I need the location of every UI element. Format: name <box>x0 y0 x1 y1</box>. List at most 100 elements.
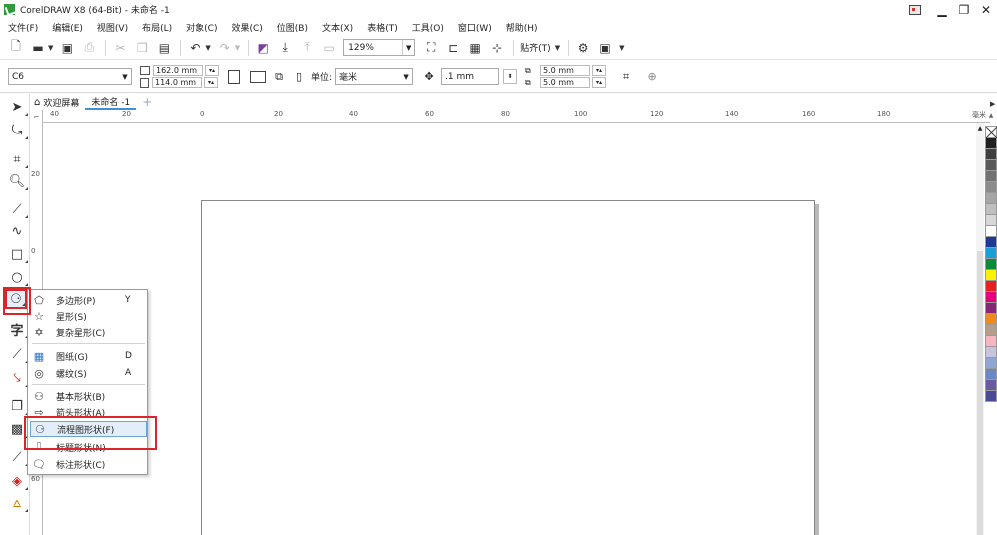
import-icon[interactable]: ⤓ <box>277 40 293 56</box>
duplicate-y-field[interactable]: 5.0 mm <box>540 77 591 88</box>
menu-tools[interactable]: 工具(O) <box>412 21 444 34</box>
undo-chevron-icon[interactable]: ▼ <box>205 44 210 52</box>
artistic-media-tool-icon[interactable]: ∿ <box>6 221 28 241</box>
launcher-chevron-icon[interactable]: ▼ <box>619 44 624 52</box>
landscape-orientation-icon[interactable] <box>250 70 266 83</box>
export-icon[interactable]: ⤒ <box>299 40 315 56</box>
snap-chevron-icon[interactable]: ▼ <box>555 44 560 52</box>
pick-tool-icon[interactable]: ➤ <box>6 97 28 117</box>
menu-layout[interactable]: 布局(L) <box>142 21 172 34</box>
menu-edit[interactable]: 编辑(E) <box>52 21 83 34</box>
scrollbar-thumb[interactable] <box>977 251 983 535</box>
paste-icon[interactable]: ▤ <box>156 40 172 56</box>
options-gear-icon[interactable]: ⚙ <box>575 40 591 56</box>
show-rulers-icon[interactable]: ⊏ <box>445 40 461 56</box>
no-color-swatch[interactable] <box>985 126 997 138</box>
vertical-scrollbar[interactable]: ▲ <box>976 123 984 535</box>
zoom-level-select[interactable]: 129% ▼ <box>343 39 416 56</box>
palette-scroll-up-icon[interactable]: ▲ <box>985 112 997 119</box>
flyout-item-star[interactable]: ☆ 星形(S) <box>30 308 147 324</box>
text-tool-icon[interactable]: 字 <box>6 319 28 339</box>
show-guidelines-icon[interactable]: ⊹ <box>489 40 505 56</box>
color-swatch[interactable] <box>985 390 997 402</box>
menu-help[interactable]: 帮助(H) <box>506 21 538 34</box>
publish-pdf-icon[interactable]: ▭ <box>321 40 337 56</box>
open-recent-chevron-icon[interactable]: ▼ <box>48 44 53 52</box>
smart-fill-tool-icon[interactable]: ⩟ <box>6 493 28 513</box>
drawing-canvas[interactable] <box>43 123 976 535</box>
new-document-icon[interactable]: 🗋 <box>8 39 24 56</box>
flyout-item-graph-paper[interactable]: ▦ 图纸(G) D <box>30 348 147 364</box>
flyout-item-basic-shapes[interactable]: ⚇ 基本形状(B) <box>30 388 147 404</box>
zoom-tool-icon[interactable]: 🔍︎ <box>6 171 28 191</box>
tab-welcome-screen[interactable]: ⌂ 欢迎屏幕 <box>28 95 85 110</box>
transparency-tool-icon[interactable]: ▩ <box>6 419 28 439</box>
close-button[interactable]: ✕ <box>975 0 997 19</box>
nudge-distance-field[interactable]: .1 mm <box>441 68 500 85</box>
print-icon[interactable]: ⎙ <box>81 40 97 56</box>
minimize-button[interactable]: ▁ <box>931 0 953 19</box>
menu-table[interactable]: 表格(T) <box>367 21 398 34</box>
menu-bitmaps[interactable]: 位图(B) <box>277 21 308 34</box>
quick-customize-add-icon[interactable]: ⊕ <box>644 69 660 85</box>
flowchart-shapes-tool-icon[interactable]: ⚆ <box>5 289 27 309</box>
rectangle-tool-icon[interactable]: □ <box>6 244 28 264</box>
menu-window[interactable]: 窗口(W) <box>458 21 492 34</box>
page-width-field[interactable]: 162.0 mm <box>153 65 203 76</box>
show-grid-icon[interactable]: ▦ <box>467 40 483 56</box>
horizontal-ruler[interactable]: 40 20 0 20 40 60 80 100 120 140 160 180 … <box>42 110 990 123</box>
redo-icon[interactable]: ↷ <box>217 40 233 56</box>
menu-object[interactable]: 对象(C) <box>186 21 217 34</box>
connector-tool-icon[interactable]: ⤥ <box>6 368 28 388</box>
docker-expand-chevron-icon[interactable]: ▶ <box>990 100 995 108</box>
height-spinner[interactable]: ▾▴ <box>204 77 218 88</box>
open-folder-icon[interactable]: ▬ <box>30 40 46 56</box>
menu-view[interactable]: 视图(V) <box>97 21 128 34</box>
ellipse-tool-icon[interactable]: ○ <box>6 267 28 287</box>
current-page-icon[interactable]: ▯ <box>291 69 307 85</box>
flyout-item-complex-star[interactable]: ✡ 复杂星形(C) <box>30 324 147 340</box>
document-page[interactable] <box>201 200 815 535</box>
duplicate-y-spinner[interactable]: ▾▴ <box>592 77 607 88</box>
menu-text[interactable]: 文本(X) <box>322 21 353 34</box>
flyout-item-spiral[interactable]: ◎ 螺纹(S) A <box>30 365 147 381</box>
flyout-item-polygon[interactable]: ⬠ 多边形(P) Y <box>30 292 147 308</box>
page-height-field[interactable]: 114.0 mm <box>152 77 202 88</box>
shape-tool-icon[interactable]: ⤿ <box>6 120 28 140</box>
drop-shadow-tool-icon[interactable]: ❐ <box>6 396 28 416</box>
snap-to-button[interactable]: 贴齐(T) <box>520 41 551 54</box>
page-frame-icon[interactable]: ⌗ <box>618 69 634 85</box>
duplicate-x-field[interactable]: 5.0 mm <box>540 65 591 76</box>
restore-button[interactable]: ❐ <box>953 0 975 19</box>
undo-icon[interactable]: ↶ <box>187 40 203 56</box>
duplicate-x-spinner[interactable]: ▾▴ <box>592 65 607 76</box>
dock-icon[interactable] <box>909 4 921 15</box>
interactive-fill-tool-icon[interactable]: ◈ <box>6 471 28 491</box>
tab-document[interactable]: 未命名 -1 <box>85 95 137 110</box>
flyout-item-flowchart-shapes[interactable]: ⚆ 流程图形状(F) <box>30 421 147 437</box>
menu-effects[interactable]: 效果(C) <box>231 21 262 34</box>
crop-tool-icon[interactable]: ⌗ <box>6 149 28 169</box>
save-icon[interactable]: ▣ <box>59 40 75 56</box>
flyout-item-callout-shapes[interactable]: 🗨 标注形状(C) <box>30 456 147 472</box>
freehand-tool-icon[interactable]: ⟋ <box>6 199 28 219</box>
nudge-spinner[interactable]: ⬍ <box>503 69 518 84</box>
ruler-origin-icon[interactable]: ⌐ <box>30 110 43 123</box>
search-content-icon[interactable]: ◩ <box>255 40 271 56</box>
full-screen-icon[interactable]: ⛶ <box>423 40 439 56</box>
flyout-item-arrow-shapes[interactable]: ⇨ 箭头形状(A) <box>30 404 147 420</box>
menu-file[interactable]: 文件(F) <box>8 21 38 34</box>
units-select[interactable]: 毫米 ▼ <box>335 68 414 85</box>
page-size-select[interactable]: C6 ▼ <box>8 68 132 85</box>
cut-icon[interactable]: ✂ <box>112 40 128 56</box>
parallel-dimension-tool-icon[interactable]: ⟋ <box>6 344 28 364</box>
application-launcher-icon[interactable]: ▣ <box>597 40 613 56</box>
flyout-item-banner-shapes[interactable]: ⎍ 标题形状(N) <box>30 439 147 455</box>
copy-icon[interactable]: ❐ <box>134 40 150 56</box>
all-pages-icon[interactable]: ⧉ <box>271 69 287 85</box>
scroll-up-arrow-icon[interactable]: ▲ <box>976 125 984 132</box>
width-spinner[interactable]: ▾▴ <box>205 65 219 76</box>
eyedropper-tool-icon[interactable]: ⟋ <box>6 447 28 467</box>
redo-chevron-icon[interactable]: ▼ <box>235 44 240 52</box>
new-tab-button[interactable]: + <box>140 95 154 109</box>
